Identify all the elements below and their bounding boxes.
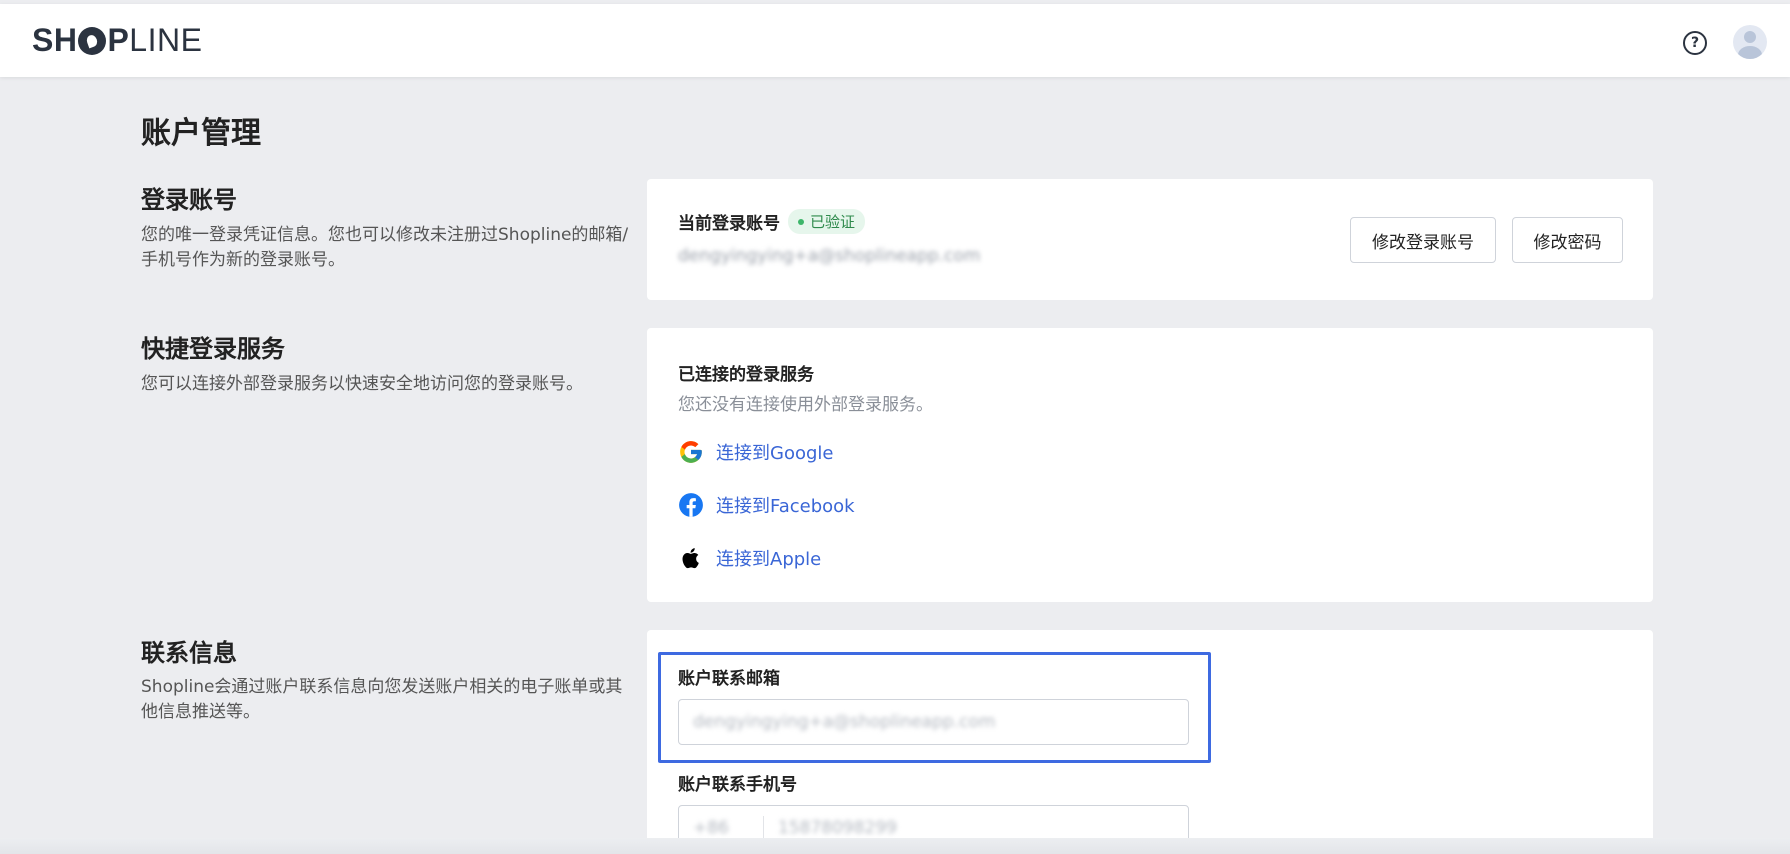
bottom-fade	[0, 838, 1790, 854]
change-password-button[interactable]: 修改密码	[1512, 217, 1623, 263]
connect-facebook-label: 连接到Facebook	[716, 496, 855, 517]
connect-google-link[interactable]: 连接到Google	[678, 439, 833, 465]
logo-text-part-2: P	[107, 21, 130, 58]
google-icon	[680, 441, 702, 463]
quick-login-card: 已连接的登录服务 您还没有连接使用外部登录服务。 连接到Google 连接到Fa…	[647, 328, 1653, 602]
current-account-row: 当前登录账号 已验证	[678, 209, 866, 234]
contact-phone-label: 账户联系手机号	[678, 775, 797, 795]
current-account-value: dengyingying+a@shoplineapp.com	[678, 246, 981, 266]
current-account-label: 当前登录账号	[678, 214, 780, 234]
contact-phone-value: 15878098299	[778, 818, 897, 838]
logo-text-part-3: LINE	[129, 21, 203, 58]
connect-facebook-link[interactable]: 连接到Facebook	[678, 492, 855, 518]
connect-apple-link[interactable]: 连接到Apple	[678, 545, 821, 571]
quick-login-section-title: 快捷登录服务	[141, 335, 285, 363]
page-title: 账户管理	[141, 116, 261, 151]
phone-country-code-select[interactable]: +86	[693, 818, 763, 838]
apple-icon	[682, 548, 699, 569]
top-bar: SH P LINE ?	[0, 4, 1790, 77]
logo-text-part-1: SH	[32, 21, 78, 58]
email-field-highlight-frame	[658, 652, 1211, 763]
login-account-section-title: 登录账号	[141, 186, 237, 214]
connected-services-label: 已连接的登录服务	[678, 365, 814, 385]
phone-divider	[763, 816, 764, 840]
quick-login-section-description: 您可以连接外部登录服务以快速安全地访问您的登录账号。	[141, 374, 583, 394]
user-avatar-icon[interactable]	[1733, 25, 1767, 59]
login-account-card: 当前登录账号 已验证 dengyingying+a@shoplineapp.co…	[647, 179, 1653, 300]
no-connected-services-text: 您还没有连接使用外部登录服务。	[678, 395, 933, 415]
shopline-logo[interactable]: SH P LINE	[32, 22, 202, 58]
verified-dot-icon	[798, 218, 804, 225]
facebook-icon	[679, 493, 703, 517]
contact-info-section-description: Shopline会通过账户联系信息向您发送账户相关的电子账单或其他信息推送等。	[141, 677, 623, 722]
verified-badge: 已验证	[788, 209, 866, 234]
connect-apple-label: 连接到Apple	[716, 549, 822, 570]
connect-google-label: 连接到Google	[716, 443, 834, 464]
login-account-section-description: 您的唯一登录凭证信息。您也可以修改未注册过Shopline的邮箱/手机号作为新的…	[141, 225, 629, 270]
logo-o-mark-icon	[78, 27, 107, 55]
question-circle-icon[interactable]: ?	[1683, 31, 1707, 55]
contact-info-section-title: 联系信息	[141, 639, 237, 667]
verified-badge-label: 已验证	[810, 213, 856, 231]
change-login-account-button[interactable]: 修改登录账号	[1350, 217, 1496, 263]
